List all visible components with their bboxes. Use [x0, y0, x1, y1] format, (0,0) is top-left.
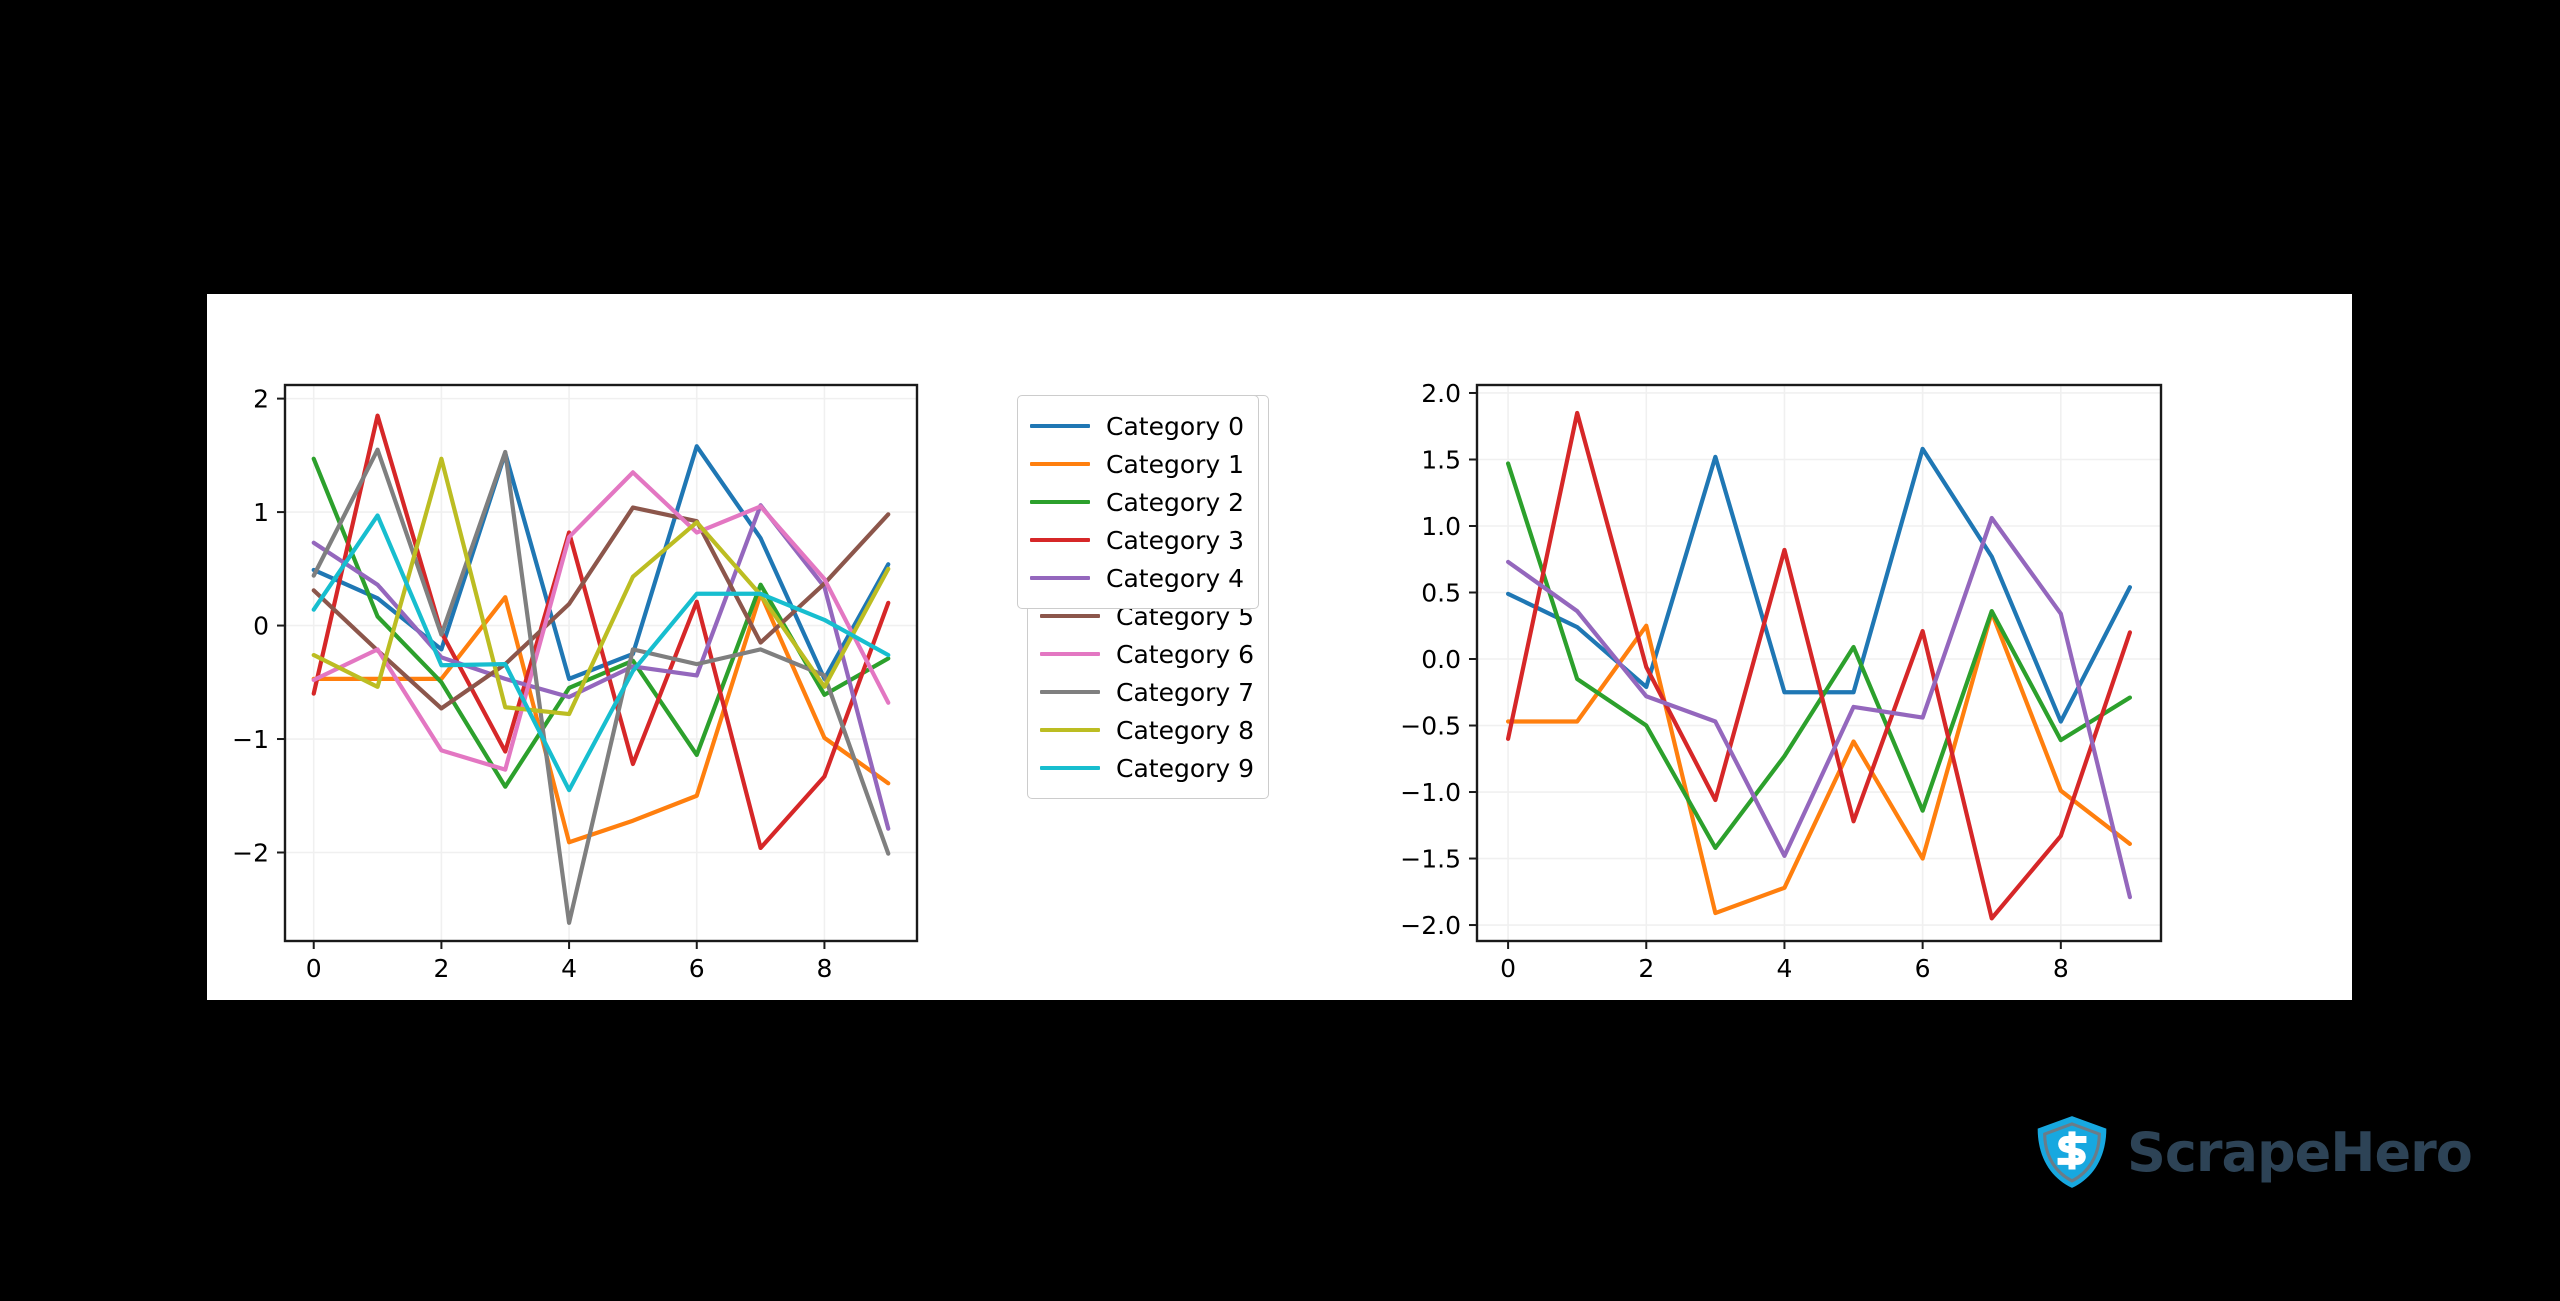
- y-tick-label: −1.5: [1400, 845, 1461, 874]
- x-tick-label: 0: [1500, 954, 1516, 983]
- legend-item[interactable]: Category 8: [1040, 711, 1254, 749]
- legend-color-swatch: [1040, 689, 1100, 695]
- x-tick-label: 0: [306, 954, 322, 983]
- y-tick-label: 1.0: [1421, 512, 1461, 541]
- y-tick-label: −2: [232, 838, 269, 867]
- legend-item[interactable]: Category 9: [1040, 749, 1254, 787]
- legend-color-swatch: [1030, 575, 1090, 581]
- matplotlib-figure: Wrong: Too many lines (10 variables) 024…: [207, 294, 2352, 1000]
- y-tick-label: 0.0: [1421, 645, 1461, 674]
- y-tick-label: −0.5: [1400, 712, 1461, 741]
- y-tick-label: 1: [253, 498, 269, 527]
- legend-color-swatch: [1040, 727, 1100, 733]
- y-tick-label: 1.5: [1421, 445, 1461, 474]
- legend-item-label: Category 7: [1116, 677, 1255, 707]
- y-tick-label: 0.5: [1421, 579, 1461, 608]
- x-tick-label: 6: [689, 954, 705, 983]
- legend-color-swatch: [1040, 613, 1100, 619]
- x-tick-label: 8: [816, 954, 832, 983]
- legend-item-label: Category 1: [1106, 449, 1245, 479]
- line-chart-right: 0 2 4 6 8 −2.0 −1.5 −1.0 −0.5 0.0 0.5 1.0 1.5 2.0: [1307, 294, 2352, 1000]
- legend-color-swatch: [1030, 461, 1090, 467]
- legend-item-label: Category 3: [1106, 525, 1245, 555]
- legend-item-label: Category 0: [1106, 411, 1245, 441]
- legend-item-label: Category 8: [1116, 715, 1255, 745]
- legend-color-swatch: [1030, 537, 1090, 543]
- y-tick-label: 0: [253, 612, 269, 641]
- legend-item-label: Category 4: [1106, 563, 1245, 593]
- legend-item[interactable]: Category 7: [1040, 673, 1254, 711]
- x-tick-label: 2: [433, 954, 449, 983]
- x-tick-label: 4: [561, 954, 577, 983]
- legend-color-swatch: [1030, 499, 1090, 505]
- legend-color-swatch: [1040, 651, 1100, 657]
- legend-color-swatch: [1040, 765, 1100, 771]
- x-tick-label: 8: [2053, 954, 2069, 983]
- watermark-brand-text: ScrapeHero: [2127, 1120, 2473, 1184]
- x-tick-label: 6: [1915, 954, 1931, 983]
- legend-item[interactable]: Category 6: [1040, 635, 1254, 673]
- x-tick-label: 4: [1777, 954, 1793, 983]
- page-root: Wrong: Too many lines (10 variables) 024…: [0, 0, 2560, 1301]
- legend-item-label: Category 9: [1116, 753, 1255, 783]
- shield-s-logo-icon: [2037, 1116, 2107, 1188]
- scrapehero-watermark: ScrapeHero: [2033, 1113, 2473, 1191]
- chart-panel-right: Right: Limited variables (5 most importa…: [1307, 294, 2352, 1000]
- y-tick-label: −2.0: [1400, 911, 1461, 940]
- y-tick-label: 2.0: [1421, 379, 1461, 408]
- legend-item-label: Category 2: [1106, 487, 1245, 517]
- legend-item[interactable]: Category 2: [1030, 483, 1244, 521]
- legend-item[interactable]: Category 3: [1030, 521, 1244, 559]
- x-tick-label: 2: [1638, 954, 1654, 983]
- legend-item[interactable]: Category 0: [1030, 407, 1244, 445]
- chart-legend-right[interactable]: Category 0 Category 1 Category 2 Category 3…: [1017, 395, 1260, 609]
- legend-color-swatch: [1030, 423, 1090, 429]
- legend-item[interactable]: Category 1: [1030, 445, 1244, 483]
- legend-item[interactable]: Category 4: [1030, 559, 1244, 597]
- legend-item-label: Category 6: [1116, 639, 1255, 669]
- y-tick-label: 2: [253, 385, 269, 414]
- y-tick-label: −1: [232, 725, 269, 754]
- y-tick-label: −1.0: [1400, 778, 1461, 807]
